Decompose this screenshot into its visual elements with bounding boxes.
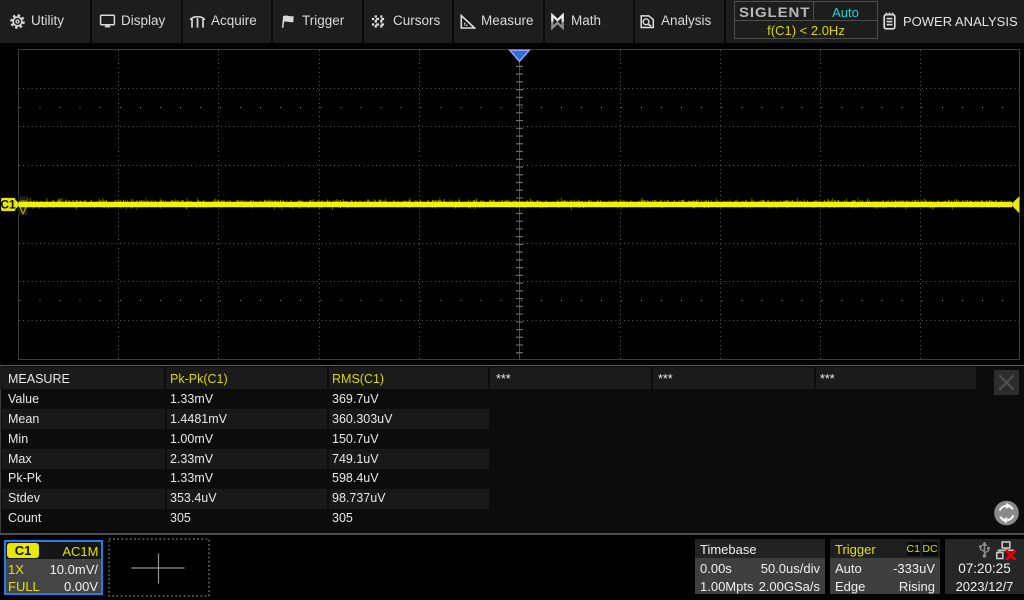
svg-text:C1: C1	[0, 198, 16, 212]
